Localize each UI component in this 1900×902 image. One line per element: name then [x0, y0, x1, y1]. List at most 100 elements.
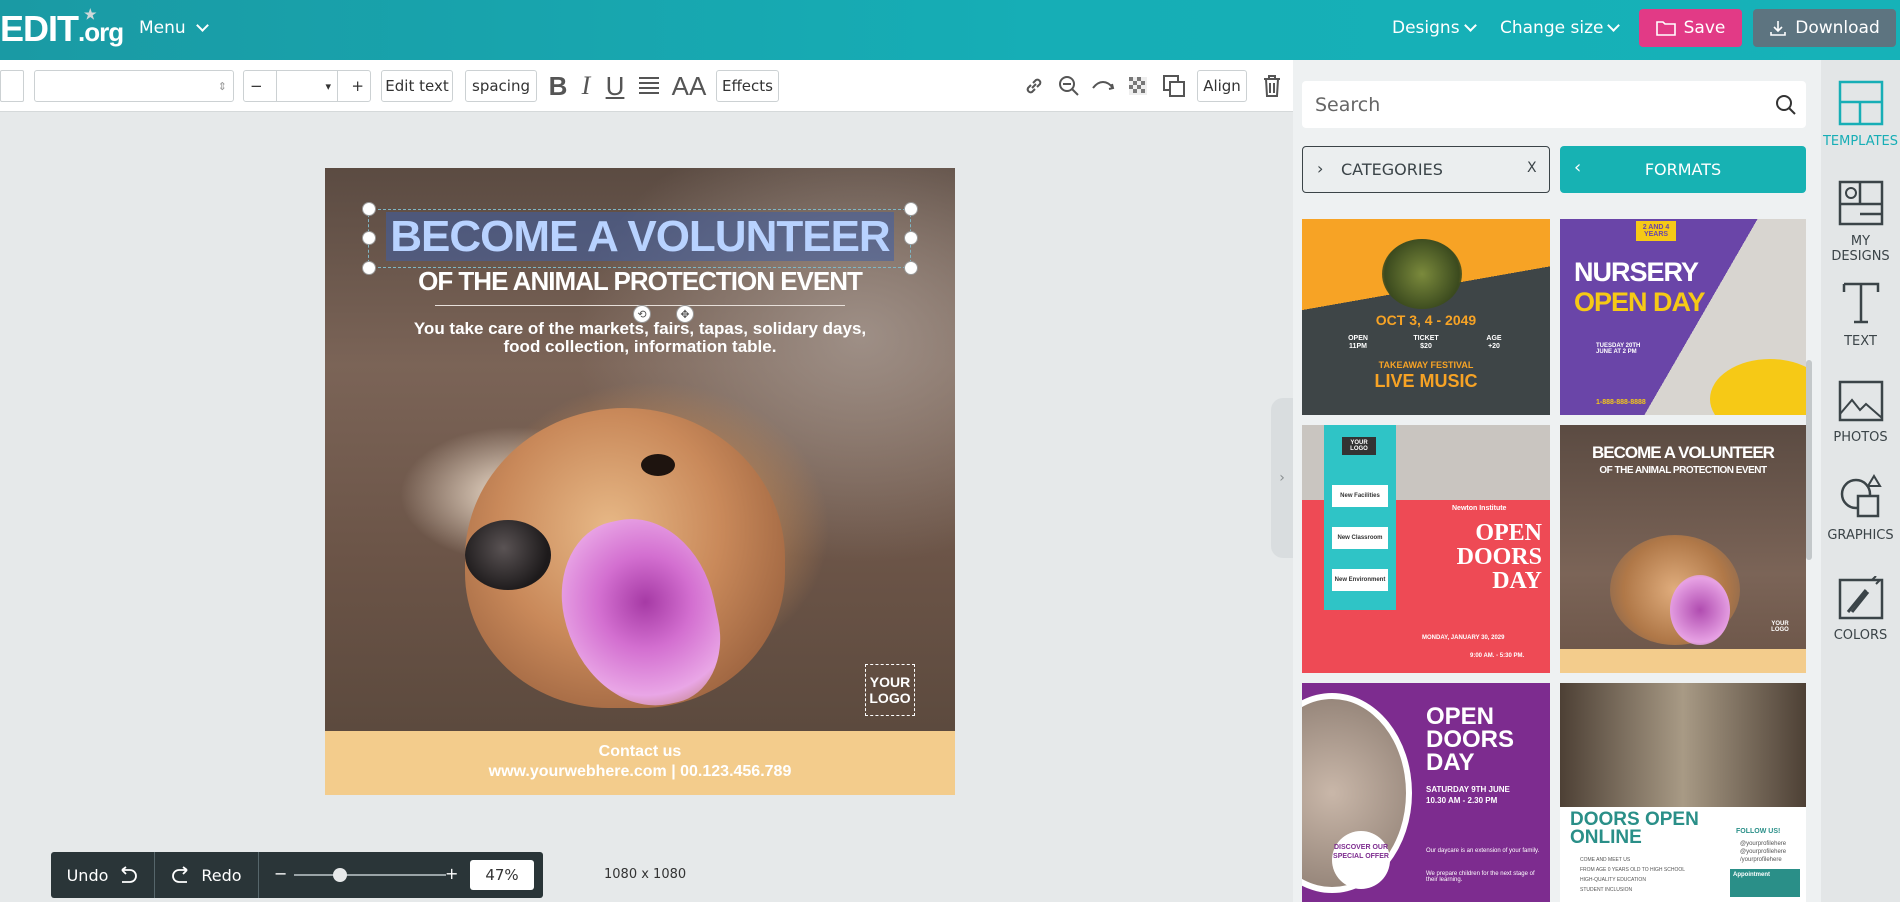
chevron-right-icon: ›	[1279, 470, 1285, 486]
font-size-stepper[interactable]: − ▾ +	[243, 70, 371, 102]
resize-handle-tl[interactable]	[362, 202, 376, 216]
template-text: @yourprofilehere @yourprofilehere/yourpro…	[1740, 840, 1786, 864]
graphics-icon	[1840, 474, 1882, 518]
design-body-text[interactable]: You take care of the markets, fairs, tap…	[405, 320, 875, 356]
template-card[interactable]: OCT 3, 4 - 2049 OPEN 11PM TICKET $20 AGE +2…	[1302, 219, 1550, 415]
zoom-thumb[interactable]	[332, 868, 347, 882]
nav-my-designs[interactable]: MY DESIGNS	[1821, 180, 1900, 264]
text-color-swatch[interactable]	[0, 70, 24, 102]
resize-handle-tr[interactable]	[904, 202, 918, 216]
nav-templates[interactable]: TEMPLATES	[1821, 80, 1900, 149]
increase-size-icon[interactable]: +	[351, 77, 364, 95]
nav-text[interactable]: TEXT	[1821, 280, 1900, 349]
template-text: OPEN DOORS DAY	[1426, 705, 1515, 775]
font-size-select[interactable]: ▾	[276, 71, 338, 101]
template-text: /yourprofilehere	[1740, 857, 1782, 863]
resize-handle-ml[interactable]	[362, 231, 376, 245]
design-subtitle[interactable]: OF THE ANIMAL PROTECTION EVENT	[325, 266, 955, 297]
edit-text-button[interactable]: Edit text	[381, 70, 453, 102]
edit-org-logo[interactable]: EDIT.org ★	[0, 6, 124, 50]
dog-nose-shape	[465, 520, 551, 590]
zoom-out-icon[interactable]: −	[274, 864, 287, 883]
underline-icon[interactable]: U	[603, 71, 627, 101]
undo-icon	[121, 866, 138, 883]
layers-icon[interactable]	[1160, 72, 1188, 100]
resize-handle-mr[interactable]	[904, 231, 918, 245]
font-family-select[interactable]: ⇕	[34, 70, 234, 102]
transparency-icon[interactable]	[1126, 72, 1150, 100]
designs-dropdown[interactable]: Designs	[1392, 18, 1477, 38]
nav-colors[interactable]: COLORS	[1821, 575, 1900, 643]
template-card[interactable]: BECOME A VOLUNTEER OF THE ANIMAL PROTECT…	[1560, 425, 1806, 673]
download-label: Download	[1795, 18, 1880, 38]
hallway-photo	[1560, 683, 1806, 807]
template-text: YOUR LOGO	[1771, 621, 1789, 633]
selection-box[interactable]	[368, 209, 911, 268]
template-text: OCT 3, 4 - 2049	[1375, 312, 1477, 328]
template-text: 2 AND 4 YEARS	[1636, 221, 1676, 241]
trash-icon[interactable]	[1260, 72, 1284, 100]
template-text: Appointment	[1730, 869, 1800, 897]
align-button[interactable]: Align	[1197, 70, 1247, 102]
chevron-down-icon	[195, 18, 209, 32]
effects-button[interactable]: Effects	[716, 70, 779, 102]
menu-button[interactable]: Menu	[139, 18, 209, 38]
move-icon[interactable]: ✥	[676, 305, 694, 323]
my-designs-icon	[1838, 180, 1883, 226]
rotate-icon[interactable]: ⟲	[633, 305, 651, 323]
zoom-track[interactable]	[294, 874, 446, 876]
text-case-icon[interactable]: AA	[670, 71, 708, 101]
categories-close-button[interactable]: X	[1527, 160, 1537, 176]
template-card[interactable]: DOORS OPEN ONLINE FOLLOW US! @yourprofile…	[1560, 683, 1806, 902]
formats-button[interactable]: ‹ FORMATS	[1560, 146, 1806, 193]
nav-label: TEXT	[1844, 334, 1877, 349]
template-card[interactable]: DISCOVER OUR SPECIAL OFFER OPEN DOORS DAY …	[1302, 683, 1550, 902]
resize-handle-bl[interactable]	[362, 261, 376, 275]
download-icon	[1770, 21, 1787, 36]
download-button[interactable]: Download	[1753, 9, 1896, 47]
template-card[interactable]: 2 AND 4 YEARS NURSERY OPEN DAY TUESDAY 2…	[1560, 219, 1806, 415]
bold-icon[interactable]: B	[546, 71, 570, 101]
curve-text-icon[interactable]	[1090, 72, 1118, 100]
categories-button[interactable]: › CATEGORIES X	[1302, 146, 1550, 193]
template-text: BECOME A VOLUNTEER	[1592, 443, 1775, 462]
link-icon[interactable]	[1020, 72, 1048, 100]
undo-label: Undo	[66, 865, 109, 885]
template-card[interactable]: YOUR LOGO New Facilities New Classroom N…	[1302, 425, 1550, 673]
logo-line-2: LOGO	[869, 690, 911, 706]
resize-handle-br[interactable]	[904, 261, 918, 275]
template-text: TAKEAWAY FESTIVAL	[1378, 360, 1474, 370]
template-text: Our daycare is an extension of your fami…	[1426, 848, 1540, 854]
zoom-percent-field[interactable]: 47%	[470, 860, 534, 890]
template-text: New Facilities	[1332, 485, 1388, 507]
zoom-slider[interactable]: − +	[259, 852, 459, 898]
redo-button[interactable]: Redo	[155, 852, 259, 898]
thumb-footer	[1560, 649, 1806, 673]
nav-graphics[interactable]: GRAPHICS	[1821, 474, 1900, 543]
template-text: @yourprofilehere	[1740, 849, 1787, 855]
save-button[interactable]: Save	[1639, 9, 1742, 47]
panel-collapse-toggle[interactable]: ›	[1271, 398, 1293, 558]
design-contact[interactable]: Contact us www.yourwebhere.com | 00.123.…	[325, 742, 955, 782]
zoom-in-icon[interactable]: +	[445, 864, 458, 883]
text-align-icon[interactable]	[636, 72, 662, 100]
template-text: OF THE ANIMAL PROTECTION EVENT	[1599, 465, 1767, 476]
spacing-button[interactable]: spacing	[465, 70, 537, 102]
folder-icon	[1655, 21, 1676, 36]
formats-label: FORMATS	[1644, 160, 1722, 179]
zoom-out-icon[interactable]	[1055, 72, 1083, 100]
panel-scrollbar[interactable]	[1806, 360, 1812, 560]
search-placeholder: Search	[1315, 93, 1381, 116]
change-size-dropdown[interactable]: Change size	[1500, 18, 1621, 38]
nav-photos[interactable]: PHOTOS	[1821, 380, 1900, 445]
decrease-size-icon[interactable]: −	[250, 77, 263, 95]
design-logo-placeholder[interactable]: YOUR LOGO	[865, 664, 915, 716]
italic-icon[interactable]: I	[576, 71, 596, 100]
template-text: DOORS	[1426, 726, 1515, 753]
template-text: We prepare children for the next stage o…	[1426, 871, 1535, 883]
template-text: 10.30 AM - 2.30 PM	[1426, 796, 1498, 805]
search-input[interactable]: Search	[1302, 81, 1806, 128]
undo-button[interactable]: Undo	[51, 852, 155, 898]
search-icon[interactable]	[1775, 94, 1797, 116]
template-text: OPEN DAY	[1574, 287, 1706, 317]
